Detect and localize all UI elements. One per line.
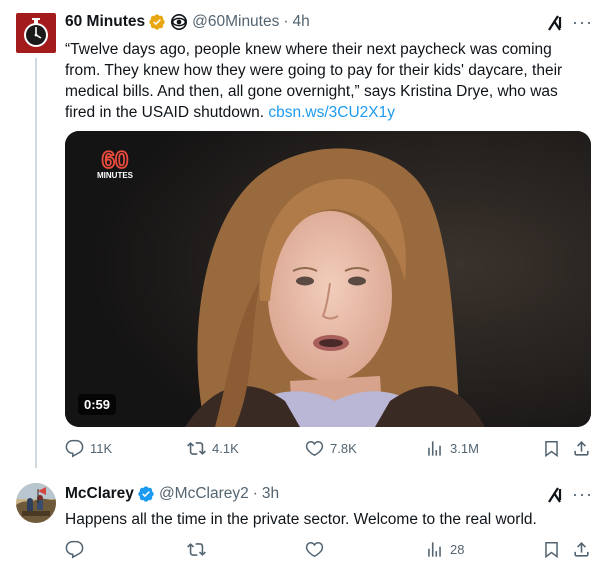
timestamp[interactable]: 4h — [293, 12, 310, 32]
share-button[interactable] — [572, 439, 591, 458]
verified-blue-badge-icon — [137, 485, 155, 503]
bookmark-button[interactable] — [542, 540, 561, 559]
repost-icon — [187, 540, 206, 559]
repost-icon — [187, 439, 206, 458]
verified-gold-badge-icon — [148, 13, 166, 31]
view-count: 28 — [450, 542, 465, 557]
logo-word: MINUTES — [97, 171, 134, 180]
stopwatch-logo-icon — [16, 13, 56, 53]
separator: · — [252, 485, 258, 502]
reply-tweet[interactable]: McClarey @McClarey2 · 3h ··· Happens all… — [0, 470, 609, 571]
cbs-affiliate-icon[interactable] — [170, 13, 188, 31]
share-button[interactable] — [572, 540, 591, 559]
tweet[interactable]: 60 Minutes @60Minutes · 4h ··· “Twelve d… — [0, 0, 609, 470]
action-bar: 28 — [65, 540, 595, 564]
video-thumbnail — [65, 131, 591, 427]
views-button[interactable]: 3.1M — [425, 439, 479, 458]
reply-icon — [65, 540, 84, 559]
more-options-icon[interactable]: ··· — [572, 484, 592, 504]
bar-chart-icon — [425, 540, 444, 559]
reply-count: 11K — [90, 441, 113, 456]
view-count: 3.1M — [450, 441, 479, 456]
avatar[interactable] — [16, 483, 56, 523]
avatar[interactable] — [16, 13, 56, 53]
repost-count: 4.1K — [212, 441, 239, 456]
action-bar: 11K 4.1K 7.8K 3.1M — [65, 439, 595, 463]
handle[interactable]: @60Minutes — [192, 12, 279, 32]
bookmark-icon — [542, 439, 561, 458]
grok-icon[interactable] — [545, 13, 565, 33]
heart-icon — [305, 540, 324, 559]
timestamp[interactable]: 3h — [262, 484, 279, 504]
bookmark-button[interactable] — [542, 439, 561, 458]
share-icon — [572, 439, 591, 458]
reply-icon — [65, 439, 84, 458]
tweet-link[interactable]: cbsn.ws/3CU2X1y — [268, 104, 395, 121]
reply-button[interactable]: 11K — [65, 439, 112, 458]
reply-button[interactable] — [65, 540, 84, 559]
tweet-header: 60 Minutes @60Minutes · 4h — [65, 12, 310, 32]
repost-button[interactable]: 4.1K — [187, 439, 239, 458]
bookmark-icon — [542, 540, 561, 559]
tweet-text: Happens all the time in the private sect… — [65, 511, 537, 528]
separator: · — [283, 13, 289, 30]
bar-chart-icon — [425, 439, 444, 458]
share-icon — [572, 540, 591, 559]
grok-icon[interactable] — [545, 485, 565, 505]
handle[interactable]: @McClarey2 — [159, 484, 249, 504]
tweet-text: “Twelve days ago, people knew where thei… — [65, 39, 590, 123]
sixty-minutes-logo-icon: 60 MINUTES — [97, 146, 134, 180]
painting-avatar-icon — [16, 483, 56, 523]
logo-number: 60 — [102, 147, 129, 174]
like-button[interactable]: 7.8K — [305, 439, 357, 458]
tweet-header: McClarey @McClarey2 · 3h — [65, 484, 279, 504]
heart-icon — [305, 439, 324, 458]
display-name[interactable]: 60 Minutes — [65, 12, 145, 32]
display-name[interactable]: McClarey — [65, 484, 134, 504]
thread-line — [35, 58, 37, 468]
video-player[interactable]: 60 MINUTES 0:59 — [65, 131, 591, 427]
like-button[interactable] — [305, 540, 324, 559]
repost-button[interactable] — [187, 540, 206, 559]
more-options-icon[interactable]: ··· — [572, 12, 592, 32]
like-count: 7.8K — [330, 441, 357, 456]
video-duration: 0:59 — [78, 394, 117, 415]
views-button[interactable]: 28 — [425, 540, 464, 559]
